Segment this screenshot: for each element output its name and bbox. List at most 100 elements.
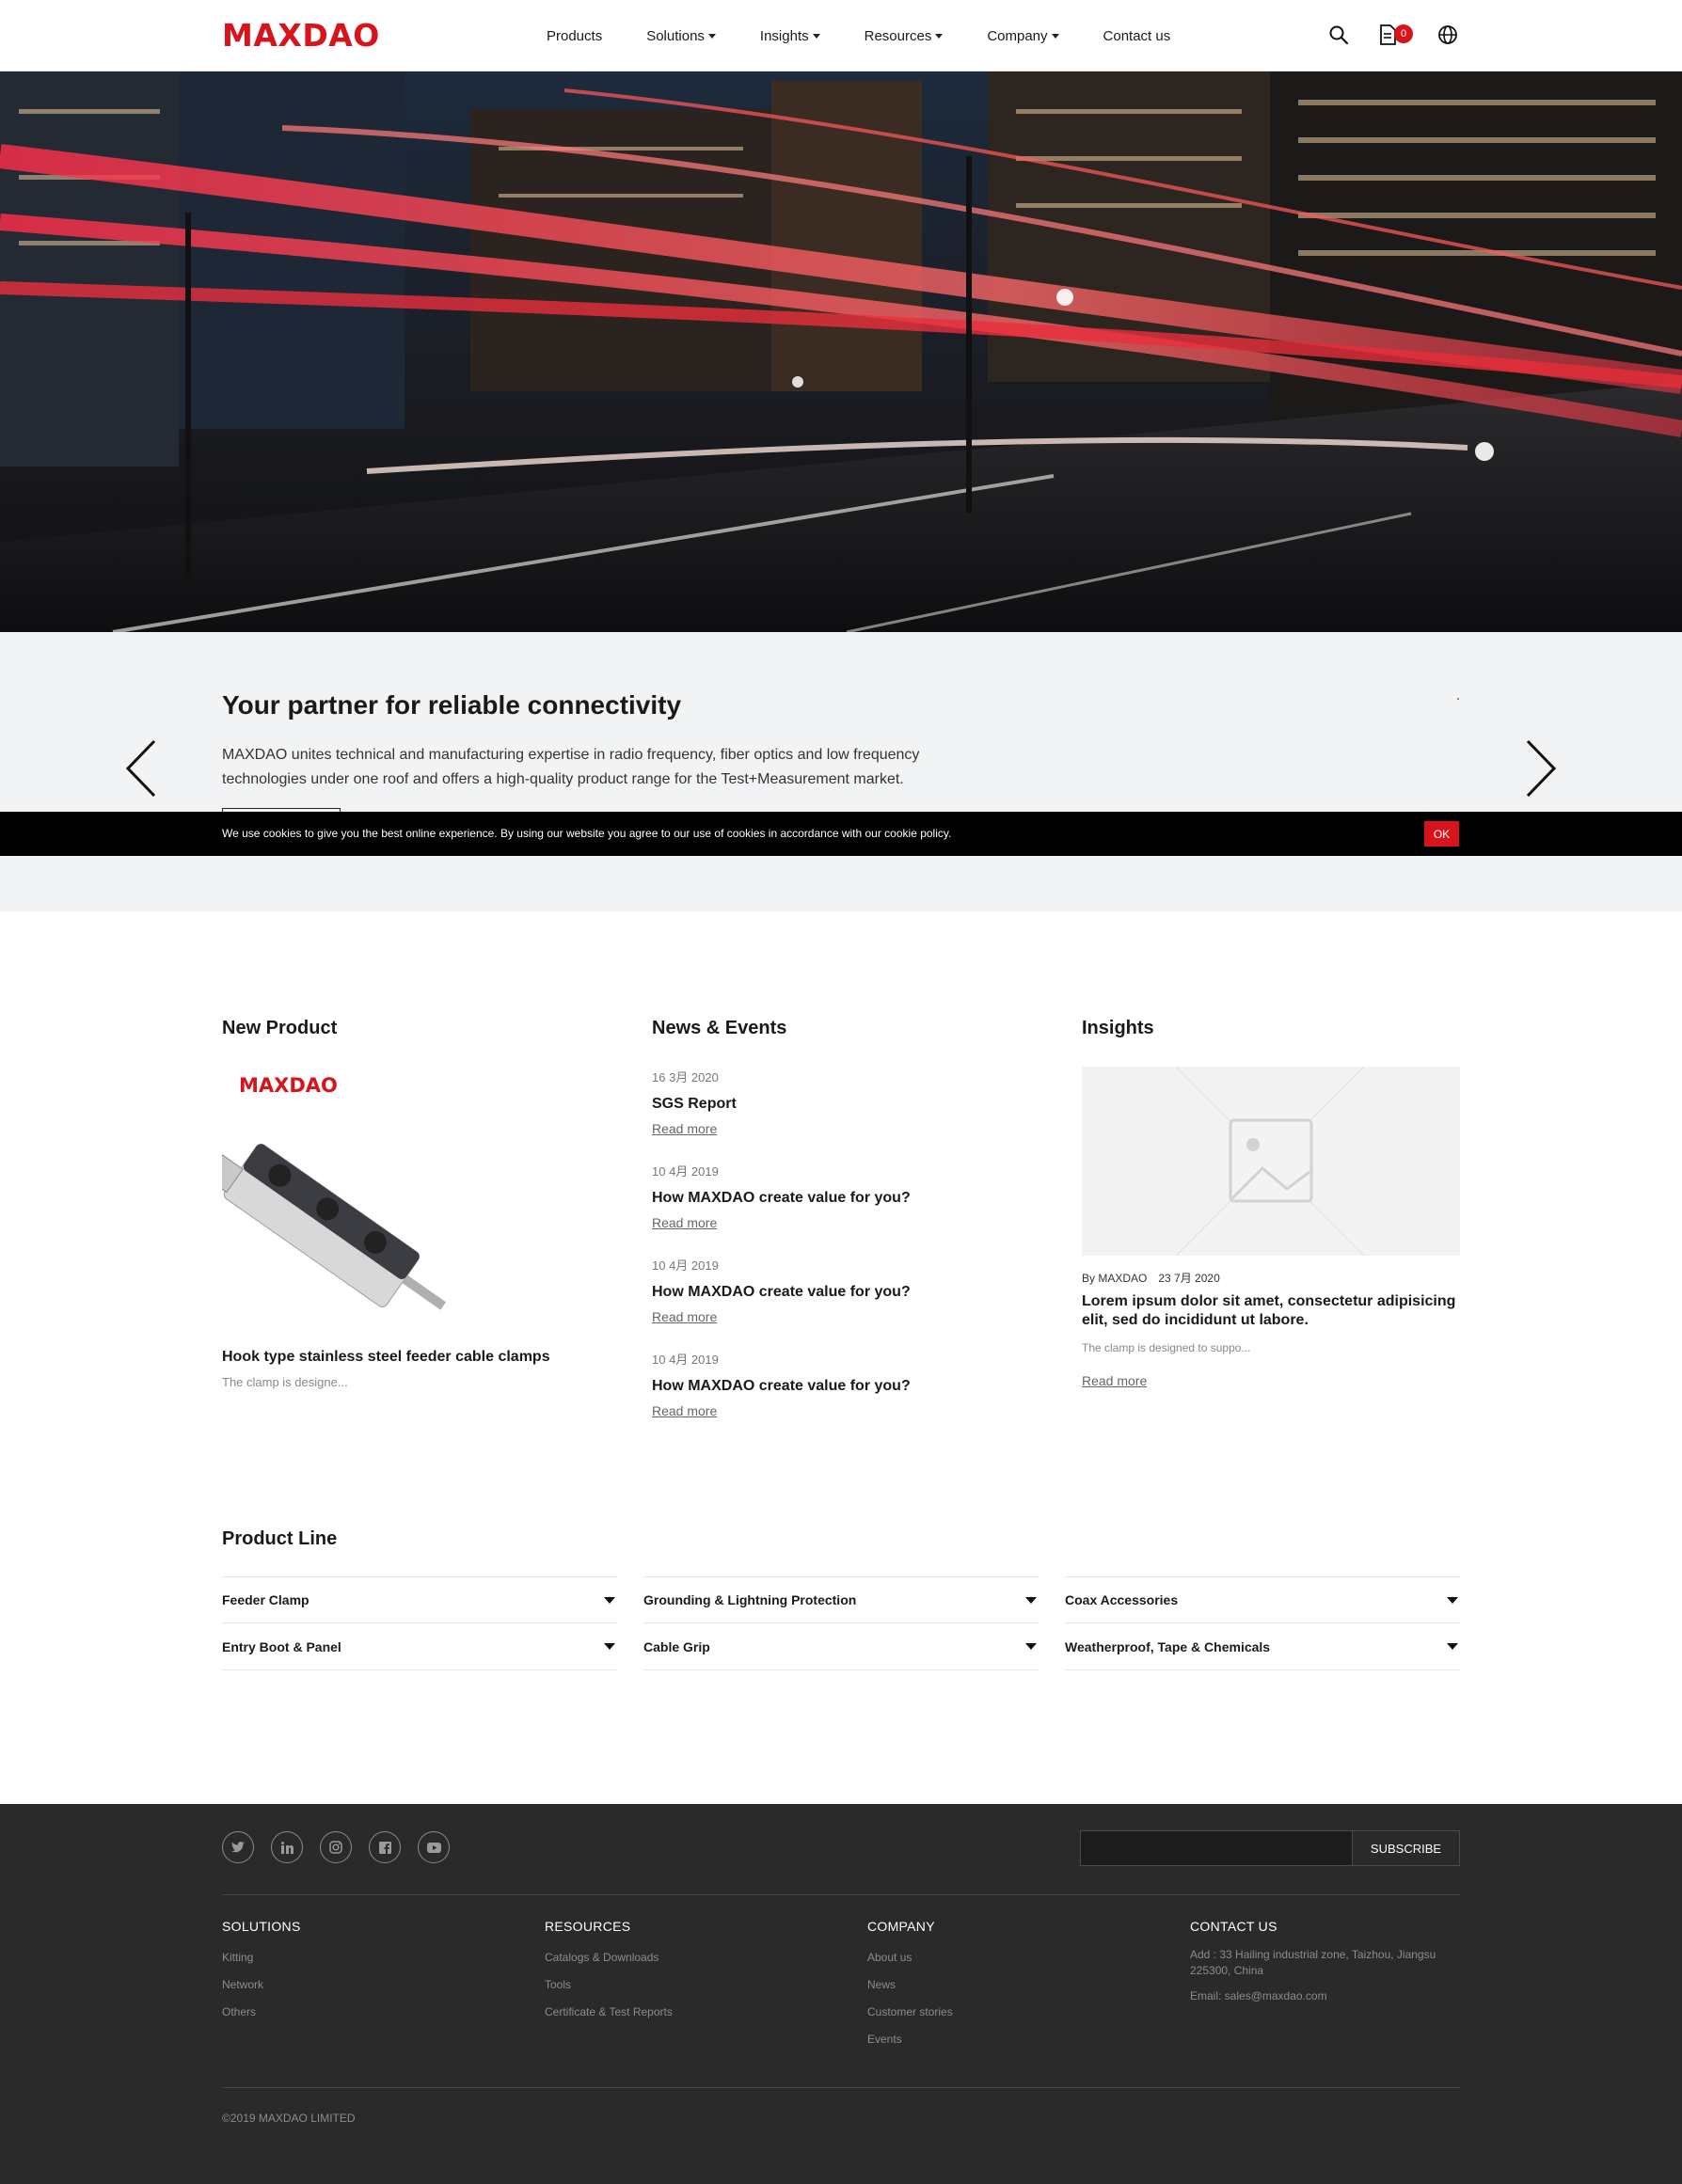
instagram-icon[interactable]: [320, 1831, 352, 1863]
footer-link[interactable]: Network: [222, 1978, 301, 1991]
news-date: 16 3月 2020: [652, 1070, 719, 1084]
cookie-ok-button[interactable]: OK: [1424, 821, 1459, 847]
footer-link[interactable]: Tools: [545, 1978, 673, 1991]
slider-next-arrow-icon[interactable]: [1520, 739, 1558, 798]
news-title[interactable]: SGS Report: [652, 1096, 1047, 1113]
caret-down-icon: [707, 33, 716, 39]
hero-title: Your partner for reliable connectivity: [222, 690, 682, 720]
product-line-heading: Product Line: [222, 1528, 338, 1549]
footer-col-heading: SOLUTIONS: [222, 1919, 301, 1934]
new-product-heading: New Product: [222, 1018, 338, 1038]
slider-prev-arrow-icon[interactable]: [124, 739, 162, 798]
globe-icon[interactable]: [1434, 21, 1462, 49]
nav-label: Company: [987, 27, 1048, 44]
caret-down-icon: [935, 33, 944, 39]
nav-label: Insights: [759, 27, 809, 44]
cable-clamp-graphic: [222, 1143, 447, 1310]
site-header: MAXDAO Products Solutions Insights Resou…: [0, 0, 1682, 71]
subscribe-button[interactable]: SUBSCRIBE: [1353, 1830, 1460, 1866]
image-placeholder-icon: [1175, 1067, 1365, 1256]
footer-divider: [222, 1894, 1460, 1895]
product-line-item[interactable]: Weatherproof, Tape & Chemicals: [1065, 1623, 1460, 1670]
product-image[interactable]: MAXDAO: [222, 1067, 490, 1332]
footer-link[interactable]: Customer stories: [867, 2005, 953, 2018]
caret-down-icon: [1051, 33, 1059, 39]
hero-text: MAXDAO unites technical and manufacturin…: [222, 747, 920, 787]
insight-date: 23 7月 2020: [1158, 1272, 1220, 1285]
nav-contact[interactable]: Contact us: [1103, 28, 1171, 44]
quote-cart-icon[interactable]: 0: [1373, 21, 1413, 49]
product-line-label: Entry Boot & Panel: [222, 1638, 341, 1654]
insight-title[interactable]: Lorem ipsum dolor sit amet, consectetur …: [1082, 1292, 1460, 1330]
read-more-link[interactable]: Read more: [652, 1403, 717, 1418]
caret-down-icon: [812, 33, 820, 39]
site-footer: SUBSCRIBE SOLUTIONS Kitting Network Othe…: [0, 1804, 1682, 2184]
header-icons: 0: [1325, 21, 1462, 49]
news-title[interactable]: How MAXDAO create value for you?: [652, 1284, 1047, 1301]
search-icon[interactable]: [1325, 21, 1353, 49]
triangle-down-icon: [604, 1596, 615, 1604]
footer-col-contact: CONTACT US Add : 33 Hailing industrial z…: [1190, 1919, 1463, 2004]
linkedin-icon[interactable]: [271, 1831, 303, 1863]
product-name[interactable]: Hook type stainless steel feeder cable c…: [222, 1349, 550, 1366]
read-more-link[interactable]: Read more: [652, 1121, 717, 1136]
insights-heading: Insights: [1082, 1018, 1154, 1038]
slider-indicator[interactable]: [1457, 698, 1459, 700]
nav-label: Resources: [864, 27, 932, 44]
footer-col-resources: RESOURCES Catalogs & Downloads Tools Cer…: [545, 1919, 673, 2018]
footer-link[interactable]: About us: [867, 1951, 953, 1964]
twitter-icon[interactable]: [222, 1831, 254, 1863]
nav-insights[interactable]: Insights: [760, 28, 820, 44]
product-line-label: Weatherproof, Tape & Chemicals: [1065, 1638, 1271, 1654]
news-title[interactable]: How MAXDAO create value for you?: [652, 1190, 1047, 1207]
contact-address: Add : 33 Hailing industrial zone, Taizho…: [1190, 1948, 1436, 1977]
triangle-down-icon: [1447, 1596, 1458, 1604]
footer-col-heading: CONTACT US: [1190, 1919, 1277, 1934]
triangle-down-icon: [1025, 1643, 1037, 1650]
news-item: 10 4月 2019 How MAXDAO create value for y…: [652, 1162, 1047, 1232]
nav-label: Products: [547, 27, 603, 44]
copyright-text: ©2019 MAXDAO LIMITED: [222, 2112, 356, 2125]
read-more-link[interactable]: Read more: [1082, 1373, 1147, 1388]
news-events-section: News & Events 16 3月 2020 SGS Report Read…: [652, 1018, 1047, 1418]
read-more-link[interactable]: Read more: [652, 1215, 717, 1230]
footer-link[interactable]: Events: [867, 2033, 953, 2046]
youtube-icon[interactable]: [418, 1831, 450, 1863]
footer-link[interactable]: Kitting: [222, 1951, 301, 1964]
footer-link[interactable]: Catalogs & Downloads: [545, 1951, 673, 1964]
facebook-icon[interactable]: [369, 1831, 401, 1863]
insight-image-placeholder[interactable]: [1082, 1067, 1460, 1256]
new-product-section: New Product MAXDAO Hook type stainless s…: [222, 1018, 617, 1389]
nav-company[interactable]: Company: [987, 27, 1059, 44]
product-line-item[interactable]: Feeder Clamp: [222, 1576, 617, 1623]
nav-resources[interactable]: Resources: [865, 28, 944, 44]
product-line-item[interactable]: Grounding & Lightning Protection: [643, 1576, 1039, 1623]
news-heading: News & Events: [652, 1018, 787, 1038]
footer-link[interactable]: News: [867, 1978, 953, 1991]
news-date: 10 4月 2019: [652, 1164, 719, 1179]
nav-products[interactable]: Products: [547, 28, 602, 44]
site-logo[interactable]: MAXDAO: [222, 17, 380, 54]
triangle-down-icon: [604, 1643, 615, 1650]
news-title[interactable]: How MAXDAO create value for you?: [652, 1378, 1047, 1395]
footer-link[interactable]: Certificate & Test Reports: [545, 2005, 673, 2018]
product-line-item[interactable]: Coax Accessories: [1065, 1576, 1460, 1623]
insight-author: By MAXDAO: [1082, 1272, 1148, 1285]
footer-link[interactable]: Others: [222, 2005, 301, 2018]
product-line-label: Feeder Clamp: [222, 1592, 309, 1607]
nav-solutions[interactable]: Solutions: [646, 28, 716, 44]
news-date: 10 4月 2019: [652, 1258, 719, 1273]
footer-col-company: COMPANY About us News Customer stories E…: [867, 1919, 953, 2046]
read-more-link[interactable]: Read more: [652, 1309, 717, 1324]
triangle-down-icon: [1447, 1643, 1458, 1650]
insights-section: Insights By MAXDAO 23 7月 2020 Lorem ipsum…: [1082, 1018, 1460, 1388]
contact-email[interactable]: Email: sales@maxdao.com: [1190, 1988, 1463, 2004]
product-line-label: Grounding & Lightning Protection: [643, 1592, 857, 1607]
newsletter-email-input[interactable]: [1080, 1830, 1353, 1866]
insight-description: The clamp is designed to suppo...: [1082, 1341, 1251, 1354]
triangle-down-icon: [1025, 1596, 1037, 1604]
nav-label: Solutions: [646, 27, 705, 44]
product-line-item[interactable]: Entry Boot & Panel: [222, 1623, 617, 1670]
product-line-item[interactable]: Cable Grip: [643, 1623, 1039, 1670]
news-item: 10 4月 2019 How MAXDAO create value for y…: [652, 1350, 1047, 1420]
